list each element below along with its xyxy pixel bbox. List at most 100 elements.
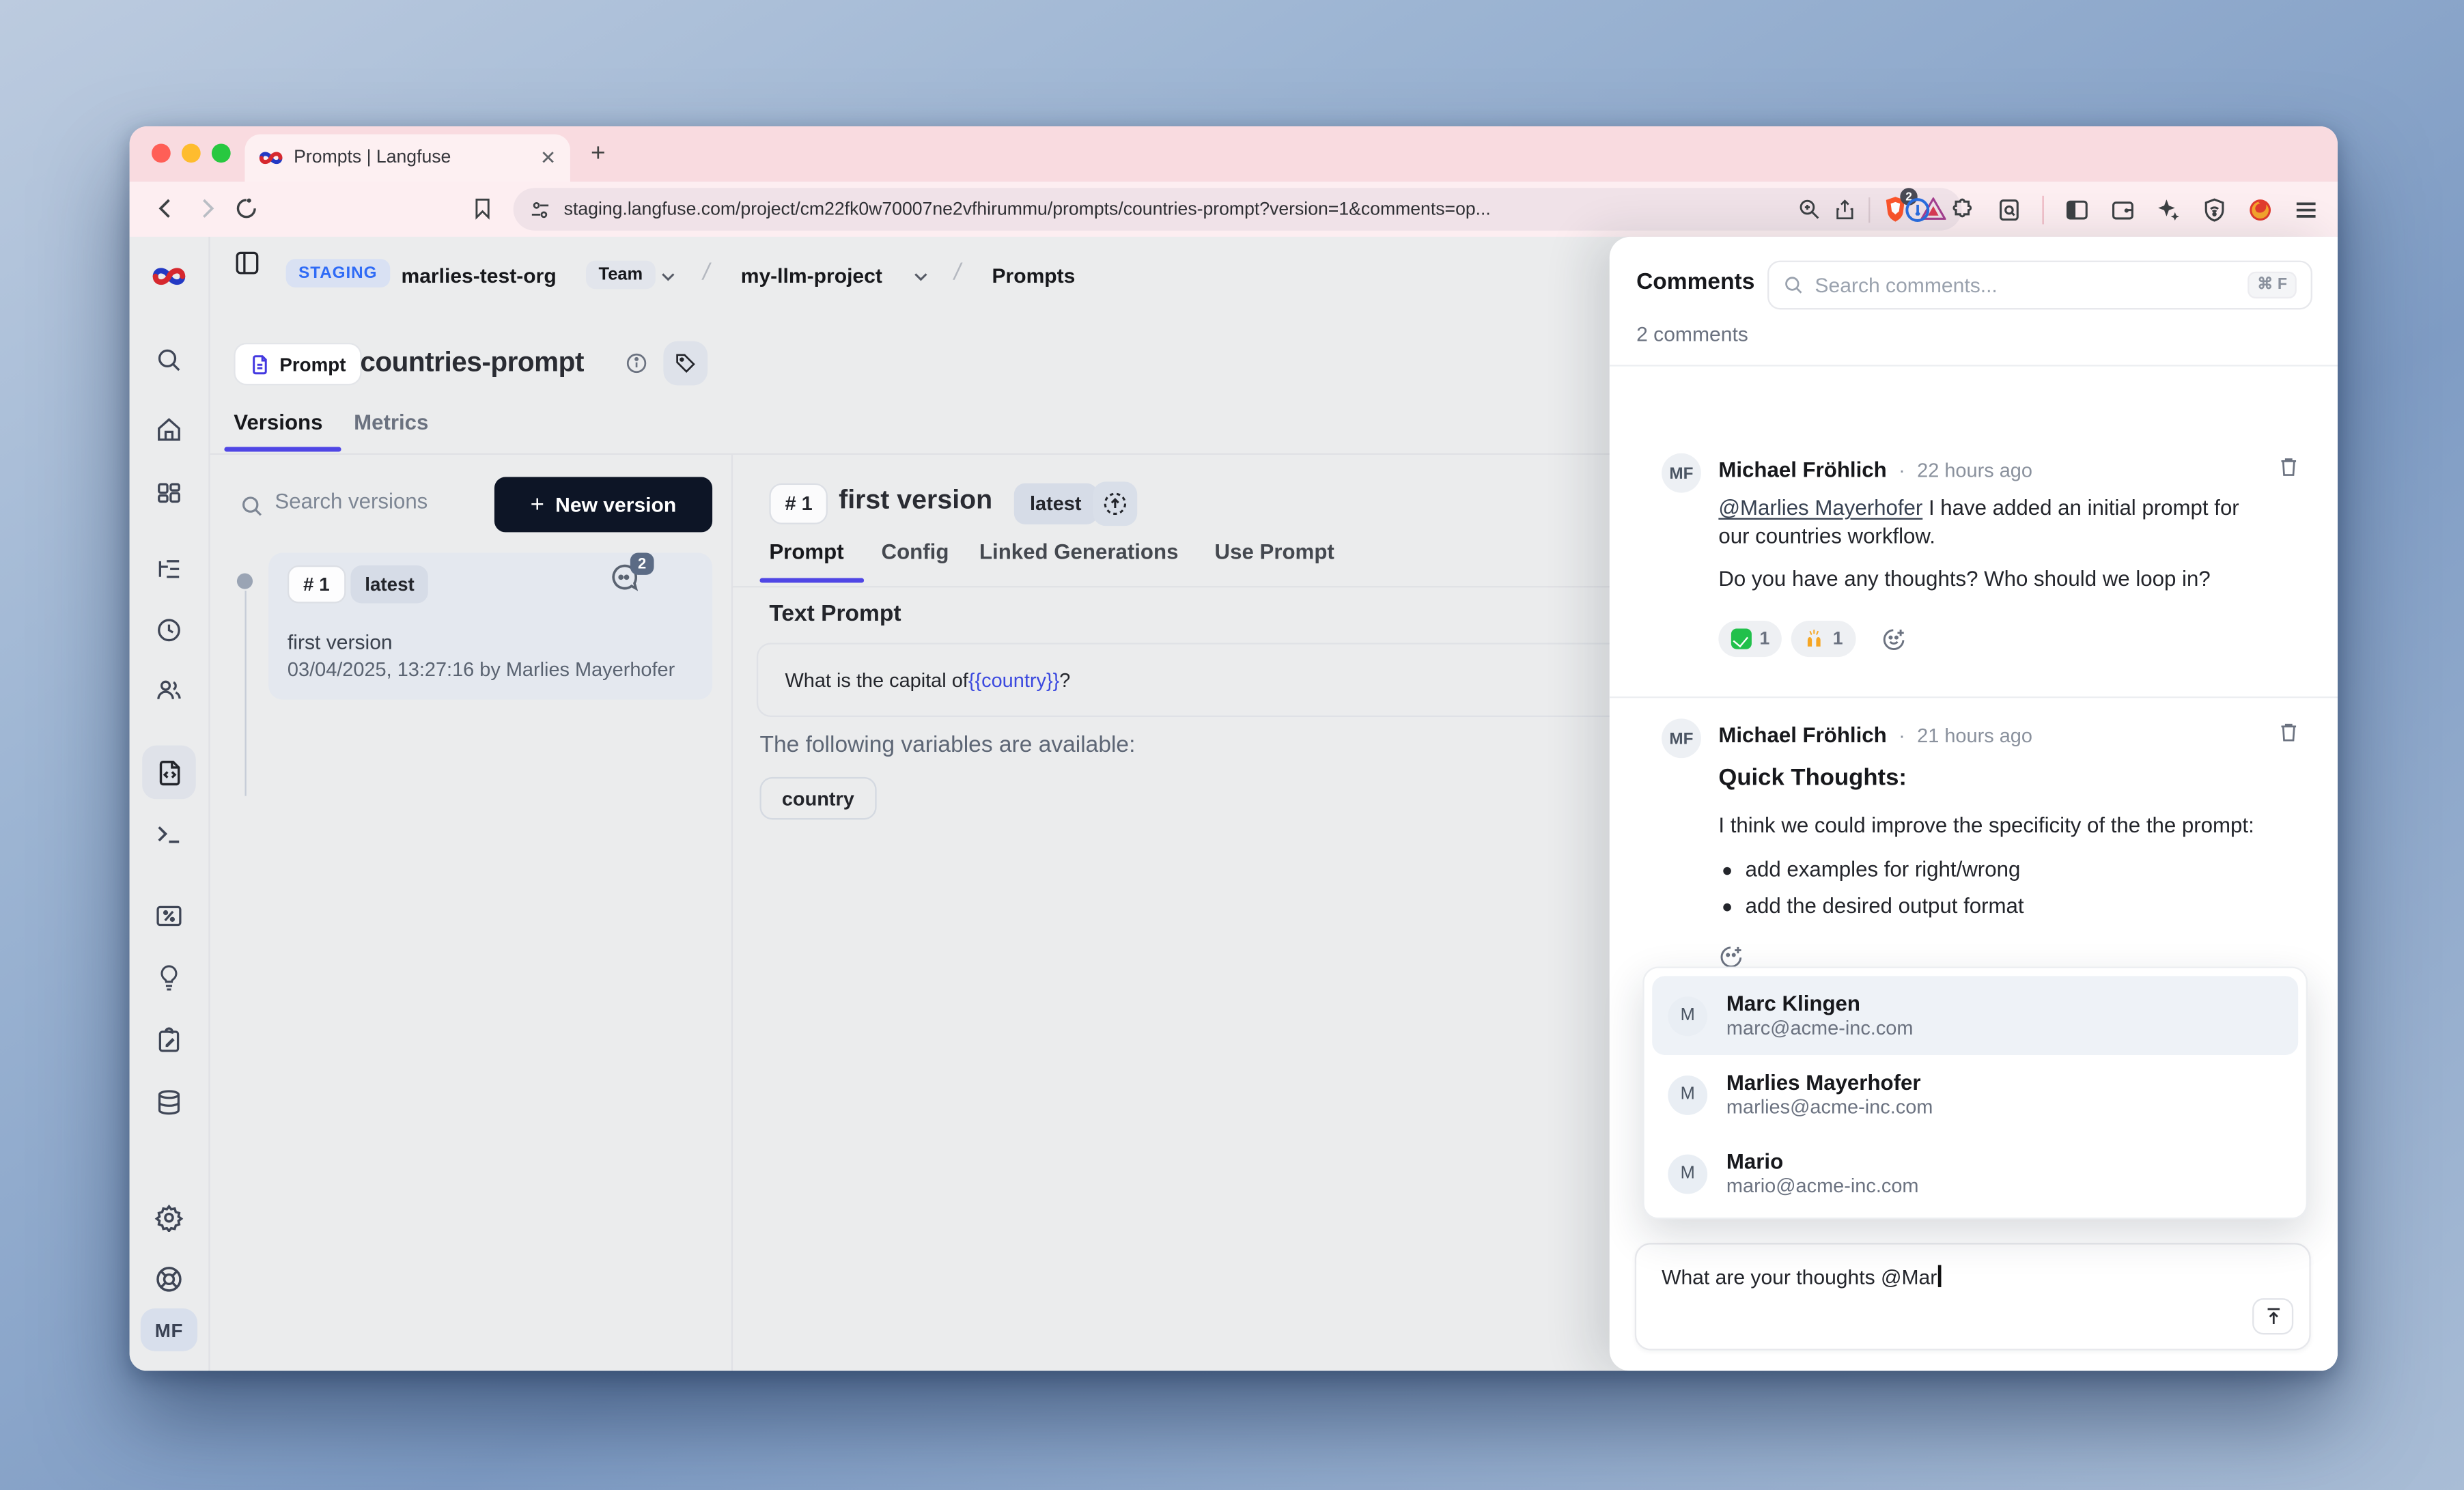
browser-toolbar: staging.langfuse.com/project/cm22fk0w700…: [130, 182, 2338, 237]
new-comment-input[interactable]: What are your thoughts @Mar: [1635, 1243, 2311, 1350]
comments-panel: Comments Search comments... ⌘ F 2 commen…: [1610, 237, 2338, 1371]
prompts-nav-active[interactable]: [142, 746, 196, 800]
comment-count-badge: 2: [630, 552, 654, 574]
comment-indicator[interactable]: 2: [610, 562, 640, 592]
user-avatar[interactable]: MF: [141, 1308, 197, 1351]
search-versions-input[interactable]: Search versions: [275, 490, 428, 514]
browser-tab[interactable]: Prompts | Langfuse ✕: [244, 135, 570, 182]
mention-dropdown: M Marc Klingen marc@acme-inc.com M Marli…: [1642, 966, 2308, 1219]
onepassword-icon[interactable]: [1904, 197, 1929, 223]
toolbar-extension-cluster: [1904, 196, 2319, 225]
users-icon[interactable]: [155, 677, 184, 703]
version-meta: 03/04/2025, 13:27:16 by Marlies Mayerhof…: [288, 658, 675, 680]
delete-comment-icon[interactable]: [2278, 720, 2299, 744]
annotation-clipboard-icon[interactable]: [156, 1027, 182, 1054]
dashboards-icon[interactable]: [156, 481, 182, 507]
chevron-down-icon[interactable]: [911, 267, 930, 286]
url-bar[interactable]: staging.langfuse.com/project/cm22fk0w700…: [514, 188, 1962, 230]
tab-linked-generations[interactable]: Linked Generations: [979, 540, 1178, 564]
chevron-down-icon[interactable]: [658, 267, 677, 286]
playground-terminal-icon[interactable]: [156, 822, 182, 846]
divider: [1610, 697, 2338, 698]
org-name[interactable]: marlies-test-org: [401, 264, 556, 287]
site-settings-icon[interactable]: [529, 198, 551, 220]
menu-hamburger-icon[interactable]: [2293, 199, 2319, 221]
timeline-line: [244, 591, 246, 796]
tracing-icon[interactable]: [156, 557, 182, 583]
reaction-raised-hands[interactable]: 1: [1792, 621, 1856, 657]
prompt-type-label: Prompt: [279, 353, 346, 375]
panel-toggle-icon[interactable]: [234, 249, 260, 276]
mention-email: marc@acme-inc.com: [1726, 1016, 1914, 1040]
leo-ai-sparkles-icon[interactable]: [2156, 197, 2181, 223]
mention-option[interactable]: M Marc Klingen marc@acme-inc.com: [1652, 976, 2298, 1055]
scores-icon[interactable]: [156, 904, 182, 928]
promote-version-button[interactable]: [1093, 481, 1137, 526]
minimize-window-button[interactable]: [182, 143, 201, 163]
mention-option[interactable]: M Marlies Mayerhofer marlies@acme-inc.co…: [1652, 1055, 2298, 1134]
vpn-shield-icon[interactable]: [2202, 197, 2227, 223]
mention-name: Marc Klingen: [1726, 991, 1914, 1016]
active-tab-indicator: [759, 578, 864, 582]
version-name: first version: [288, 630, 393, 654]
plus-icon: +: [531, 491, 544, 518]
detail-title: first version: [839, 485, 992, 516]
tab-metrics[interactable]: Metrics: [354, 410, 428, 434]
evals-lightbulb-icon[interactable]: [156, 964, 182, 991]
tag-icon: [675, 352, 697, 374]
tab-title: Prompts | Langfuse: [294, 148, 529, 167]
bookmark-icon[interactable]: [471, 196, 494, 221]
timeline-dot: [237, 574, 253, 589]
sessions-clock-icon[interactable]: [156, 617, 182, 643]
info-icon[interactable]: [626, 352, 647, 374]
share-icon[interactable]: [1834, 197, 1856, 222]
breadcrumb-section[interactable]: Prompts: [992, 264, 1075, 287]
settings-gear-icon[interactable]: [155, 1203, 184, 1232]
mention-link[interactable]: @Marlies Mayerhofer: [1718, 496, 1922, 520]
tab-versions[interactable]: Versions: [234, 410, 322, 434]
home-icon[interactable]: [156, 416, 182, 442]
tab-prompt[interactable]: Prompt: [769, 540, 843, 564]
extensions-puzzle-icon[interactable]: [1950, 197, 1975, 223]
tab-use-prompt[interactable]: Use Prompt: [1215, 540, 1334, 564]
url-text: staging.langfuse.com/project/cm22fk0w700…: [564, 200, 1785, 219]
left-sidebar-rail: MF: [130, 237, 210, 1371]
sidebar-toggle-icon[interactable]: [2064, 197, 2090, 223]
divider: [1610, 365, 2338, 366]
text-prompt-label: Text Prompt: [769, 602, 901, 627]
search-comments-input[interactable]: Search comments... ⌘ F: [1767, 261, 2312, 310]
new-version-button[interactable]: + New version: [494, 477, 712, 532]
reaction-check[interactable]: 1: [1718, 621, 1782, 657]
firefox-swirl-icon[interactable]: [2248, 197, 2273, 223]
back-icon[interactable]: [153, 196, 178, 221]
maximize-window-button[interactable]: [212, 143, 231, 163]
support-lifebuoy-icon[interactable]: [155, 1265, 184, 1294]
version-list-item[interactable]: # 1 latest 2 first version 03/04/2025, 1…: [268, 552, 712, 699]
search-icon[interactable]: [156, 347, 182, 374]
datasets-database-icon[interactable]: [156, 1089, 182, 1116]
close-window-button[interactable]: [152, 143, 171, 163]
search-tabs-icon[interactable]: [1996, 197, 2021, 223]
submit-comment-button[interactable]: [2252, 1298, 2293, 1334]
project-name[interactable]: my-llm-project: [741, 264, 882, 287]
zoom-page-icon[interactable]: [1797, 197, 1821, 221]
search-icon: [240, 494, 264, 518]
new-tab-button[interactable]: +: [591, 141, 606, 169]
langfuse-logo[interactable]: [152, 264, 186, 288]
comment-time: 22 hours ago: [1917, 460, 2032, 481]
bullet-dot: [1723, 903, 1731, 912]
forward-icon[interactable]: [194, 196, 219, 221]
tag-button[interactable]: [663, 341, 708, 386]
prompt-type-badge: Prompt: [234, 343, 361, 385]
delete-comment-icon[interactable]: [2278, 455, 2299, 479]
wallet-icon[interactable]: [2110, 197, 2136, 223]
version-latest-badge: latest: [350, 565, 428, 604]
search-placeholder: Search comments...: [1815, 273, 2237, 297]
mention-option[interactable]: M Mario mario@acme-inc.com: [1652, 1134, 2298, 1213]
detail-latest-badge: latest: [1014, 483, 1097, 524]
reload-icon[interactable]: [234, 196, 259, 221]
tab-config[interactable]: Config: [882, 540, 949, 564]
add-reaction-smile-plus-icon[interactable]: [1881, 626, 1906, 651]
mention-email: marlies@acme-inc.com: [1726, 1095, 1933, 1119]
tab-close-icon[interactable]: ✕: [540, 148, 556, 167]
